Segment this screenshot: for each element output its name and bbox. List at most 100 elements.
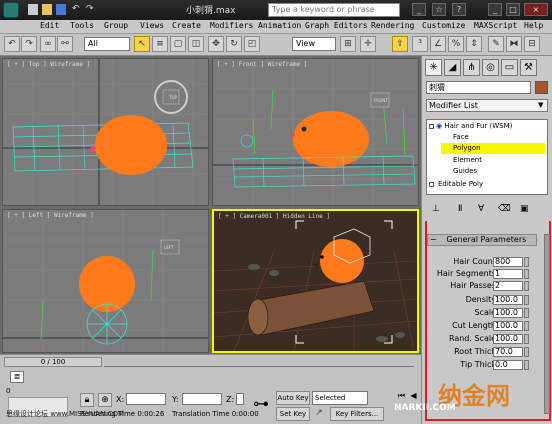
minimize-button[interactable]: _ [412, 3, 426, 16]
object-name-field[interactable]: 刺猬 [426, 81, 531, 94]
mini-listener-icon[interactable]: ≣ [10, 371, 24, 383]
menu-create[interactable]: Create [172, 21, 201, 30]
quick-access-icons[interactable]: ↶ ↷ [26, 3, 176, 17]
lock-selection-icon[interactable]: 🔒︎ [80, 393, 94, 407]
menu-edit[interactable]: Edit [40, 21, 59, 30]
select-move-icon[interactable]: ✥ [208, 36, 224, 52]
hair-passes-field[interactable]: 2 [493, 281, 523, 291]
stack-item-guides[interactable]: Guides [453, 167, 477, 175]
angle-snap-icon[interactable]: ∠ [430, 36, 446, 52]
mirror-icon[interactable]: ⧓ [506, 36, 522, 52]
redo-icon[interactable]: ↷ [21, 36, 37, 52]
snaps-toggle-icon[interactable]: ³ [412, 36, 428, 52]
spinner[interactable] [524, 257, 529, 267]
menu-customize[interactable]: Customize [422, 21, 465, 30]
object-color-swatch[interactable] [535, 81, 548, 94]
window-minimize-button[interactable]: _ [488, 3, 502, 16]
goto-start-icon[interactable]: ⏮ [396, 391, 407, 402]
select-by-name-icon[interactable]: ≡ [152, 36, 168, 52]
select-manipulate-icon[interactable]: ✛ [360, 36, 376, 52]
density-field[interactable]: 100.0 [493, 295, 523, 305]
named-selection-icon[interactable]: ✎ [488, 36, 504, 52]
x-coordinate-field[interactable] [126, 393, 166, 405]
viewport-left-label[interactable]: [ + ] Left ] Wireframe ] [7, 212, 94, 219]
viewport-camera-label[interactable]: [ + ] Camera001 ] Hidden Line ] [218, 213, 330, 220]
display-tab-icon[interactable]: ▭ [501, 59, 518, 76]
general-parameters-rollout[interactable]: − General Parameters [427, 234, 537, 246]
hierarchy-tab-icon[interactable]: ⋔ [463, 59, 480, 76]
scale-field[interactable]: 100.0 [493, 308, 523, 318]
motion-tab-icon[interactable]: ◎ [482, 59, 499, 76]
undo-icon[interactable]: ↶ [4, 36, 20, 52]
stack-item-polygon[interactable]: Polygon [441, 143, 545, 154]
select-rotate-icon[interactable]: ↻ [226, 36, 242, 52]
hair-count-field[interactable]: 800 [493, 257, 523, 267]
link-icon[interactable]: ∞ [40, 36, 56, 52]
app-logo-icon[interactable] [3, 2, 19, 18]
search-input[interactable]: Type a keyword or phrase [268, 3, 400, 17]
stack-item-hair-and-fur[interactable]: ◉ Hair and Fur (WSM) [429, 122, 547, 132]
spinner[interactable] [524, 360, 529, 370]
spinner[interactable] [524, 321, 529, 331]
stack-item-element[interactable]: Element [453, 156, 482, 164]
menu-rendering[interactable]: Rendering [371, 21, 414, 30]
keyboard-shortcut-toggle-icon[interactable]: ⇧ [392, 36, 408, 52]
panel-scrollbar[interactable] [544, 234, 550, 414]
percent-snap-icon[interactable]: % [448, 36, 464, 52]
menu-modifiers[interactable]: Modifiers [210, 21, 253, 30]
set-key-button[interactable]: Set Key [276, 407, 310, 421]
window-crossing-icon[interactable]: ◫ [188, 36, 204, 52]
key-filters-button[interactable]: Key Filters... [330, 407, 384, 421]
pivot-center-icon[interactable]: ⊞ [340, 36, 356, 52]
menu-maxscript[interactable]: MAXScript [474, 21, 517, 30]
reference-coordinate-dropdown[interactable]: View [292, 37, 336, 51]
configure-modifier-sets-icon[interactable]: ▣ [520, 204, 532, 216]
spinner[interactable] [524, 269, 529, 279]
window-maximize-button[interactable]: □ [506, 3, 520, 16]
select-object-icon[interactable]: ↖ [134, 36, 150, 52]
menu-views[interactable]: Views [140, 21, 164, 30]
spinner[interactable] [524, 295, 529, 305]
make-unique-icon[interactable]: ∀ [478, 204, 490, 216]
root-thick-field[interactable]: 70.0 [493, 347, 523, 357]
modifier-list-dropdown[interactable]: Modifier List [426, 99, 548, 112]
hair-segments-field[interactable]: 1 [493, 269, 523, 279]
auto-key-button[interactable]: Auto Key [276, 391, 310, 405]
select-scale-icon[interactable]: ◰ [244, 36, 260, 52]
stack-item-face[interactable]: Face [453, 133, 469, 141]
y-coordinate-field[interactable] [182, 393, 222, 405]
spinner-snap-icon[interactable]: ⇕ [466, 36, 482, 52]
key-tangent-icon[interactable]: ↗ [312, 407, 326, 421]
rand-scale-field[interactable]: 100.0 [493, 334, 523, 344]
selection-filter-dropdown[interactable]: All [84, 37, 130, 51]
align-icon[interactable]: ⊟ [524, 36, 540, 52]
window-close-button[interactable]: × [524, 3, 548, 16]
prev-frame-icon[interactable]: ◀ [408, 391, 419, 402]
pin-stack-icon[interactable]: ⊥ [432, 204, 444, 216]
viewport-top[interactable]: TOP [ + ] Top ] Wireframe ] [2, 58, 209, 206]
create-tab-icon[interactable]: ✳ [425, 59, 442, 76]
spinner[interactable] [524, 281, 529, 291]
utilities-tab-icon[interactable]: ⚒ [520, 59, 537, 76]
remove-modifier-icon[interactable]: ⌫ [498, 204, 511, 216]
rect-selection-icon[interactable]: ▢ [170, 36, 186, 52]
viewport-left[interactable]: LEFT [ + ] Left ] Wireframe ] [2, 209, 209, 353]
menu-help[interactable]: Help [524, 21, 543, 30]
key-set-dropdown[interactable]: Selected [312, 391, 368, 405]
menu-animation[interactable]: Animation [258, 21, 301, 30]
modify-tab-icon[interactable]: ◢ [444, 59, 461, 76]
viewport-front[interactable]: FRONT [ + ] Front ] Wireframe ] [212, 58, 419, 206]
spinner[interactable] [524, 347, 529, 357]
tip-thick-field[interactable]: 0.0 [493, 360, 523, 370]
viewport-front-label[interactable]: [ + ] Front ] Wireframe ] [217, 61, 307, 68]
cut-length-field[interactable]: 100.0 [493, 321, 523, 331]
track-bar[interactable] [104, 359, 414, 367]
unlink-icon[interactable]: ⚯ [57, 36, 73, 52]
time-slider[interactable]: 0 / 100 [4, 357, 102, 367]
viewport-camera[interactable]: [ + ] Camera001 ] Hidden Line ] [212, 209, 419, 353]
help-icon[interactable]: ? [452, 3, 466, 16]
z-coordinate-field[interactable] [236, 393, 244, 405]
menu-graph-editors[interactable]: Graph Editors [305, 21, 368, 30]
star-icon[interactable]: ☆ [432, 3, 446, 16]
spinner[interactable] [524, 308, 529, 318]
